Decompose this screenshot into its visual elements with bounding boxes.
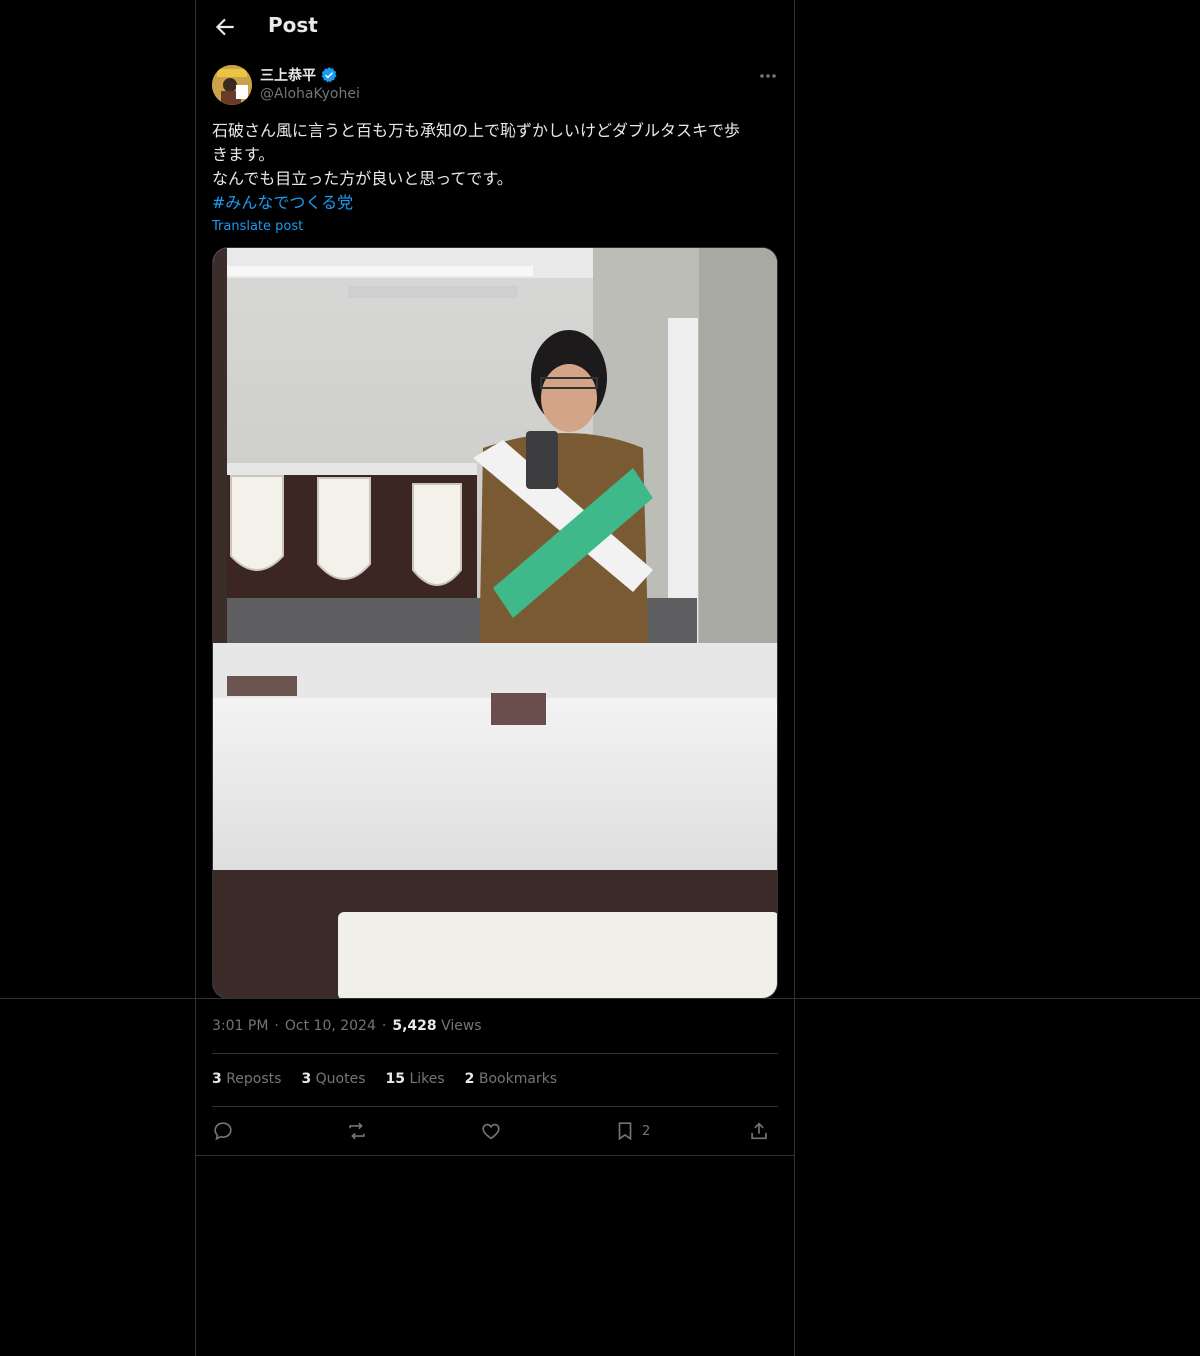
bookmark-button[interactable]: 2 bbox=[614, 1117, 650, 1145]
views-count: 5,428 Views bbox=[392, 1018, 481, 1034]
reposts-stat[interactable]: 3 Reposts bbox=[212, 1071, 281, 1087]
restroom-mirror-selfie-photo bbox=[213, 248, 777, 998]
quotes-stat[interactable]: 3 Quotes bbox=[301, 1071, 365, 1087]
bookmark-action-count: 2 bbox=[642, 1123, 651, 1139]
translate-post-link[interactable]: Translate post bbox=[212, 219, 303, 234]
post-time[interactable]: 3:01 PM bbox=[212, 1018, 268, 1034]
post-metadata: 3:01 PM · Oct 10, 2024 · 5,428 Views bbox=[212, 1018, 482, 1034]
post-date[interactable]: Oct 10, 2024 bbox=[285, 1018, 376, 1034]
reposts-count: 3 bbox=[212, 1071, 222, 1087]
divider bbox=[212, 1053, 778, 1054]
heart-icon bbox=[482, 1123, 500, 1140]
verified-badge-icon bbox=[321, 67, 337, 83]
likes-stat[interactable]: 15 Likes bbox=[386, 1071, 445, 1087]
like-button[interactable] bbox=[480, 1117, 502, 1145]
repost-button[interactable] bbox=[346, 1117, 368, 1145]
post-text-line: きます。 bbox=[212, 145, 275, 164]
views-label: Views bbox=[441, 1018, 482, 1034]
quotes-label: Quotes bbox=[315, 1071, 366, 1087]
post-text-line: なんでも目立った方が良いと思ってです。 bbox=[212, 169, 513, 188]
page-title: Post bbox=[268, 13, 318, 37]
bookmarks-label: Bookmarks bbox=[478, 1071, 558, 1087]
quotes-count: 3 bbox=[301, 1071, 312, 1087]
post-text-line: 石破さん風に言うと百も万も承知の上で恥ずかしいけどダブルタスキで歩 bbox=[212, 121, 741, 140]
share-button[interactable] bbox=[748, 1117, 770, 1145]
post-image[interactable] bbox=[212, 247, 778, 999]
reply-button[interactable] bbox=[212, 1117, 234, 1145]
hashtag-link[interactable]: #みんなでつくる党 bbox=[212, 191, 778, 215]
arrow-left-icon bbox=[215, 18, 234, 36]
likes-count: 15 bbox=[385, 1071, 405, 1087]
likes-label: Likes bbox=[409, 1071, 445, 1087]
top-bar: Post bbox=[196, 0, 794, 54]
action-bar: 2 bbox=[212, 1117, 778, 1145]
reply-icon bbox=[214, 1122, 232, 1141]
reposts-label: Reposts bbox=[226, 1071, 282, 1087]
divider bbox=[212, 1106, 778, 1107]
back-button[interactable] bbox=[212, 14, 238, 40]
engagement-stats: 3 Reposts 3 Quotes 15 Likes 2 Bookmarks bbox=[212, 1071, 557, 1087]
share-icon bbox=[751, 1122, 767, 1140]
author-name-text: 三上恭平 bbox=[260, 68, 316, 84]
divider bbox=[196, 1155, 794, 1156]
repost-icon bbox=[349, 1122, 365, 1140]
more-dots-icon bbox=[760, 74, 776, 78]
author-name[interactable]: 三上恭平 bbox=[260, 65, 338, 85]
more-options-button[interactable] bbox=[756, 66, 780, 86]
meta-separator: · bbox=[381, 1018, 387, 1034]
avatar[interactable] bbox=[212, 65, 252, 105]
bookmarks-stat[interactable]: 2 Bookmarks bbox=[465, 1071, 557, 1087]
views-number: 5,428 bbox=[392, 1018, 437, 1034]
bookmarks-count: 2 bbox=[464, 1071, 475, 1087]
post-column: Post 三上恭平 @AlohaKyohei 石破さん風に言うと百も万も承知の上… bbox=[195, 0, 795, 1356]
meta-separator: · bbox=[274, 1018, 279, 1034]
bookmark-icon bbox=[618, 1122, 632, 1141]
post-text: 石破さん風に言うと百も万も承知の上で恥ずかしいけどダブルタスキで歩 きます。 な… bbox=[212, 119, 778, 215]
author-handle[interactable]: @AlohaKyohei bbox=[260, 86, 360, 102]
